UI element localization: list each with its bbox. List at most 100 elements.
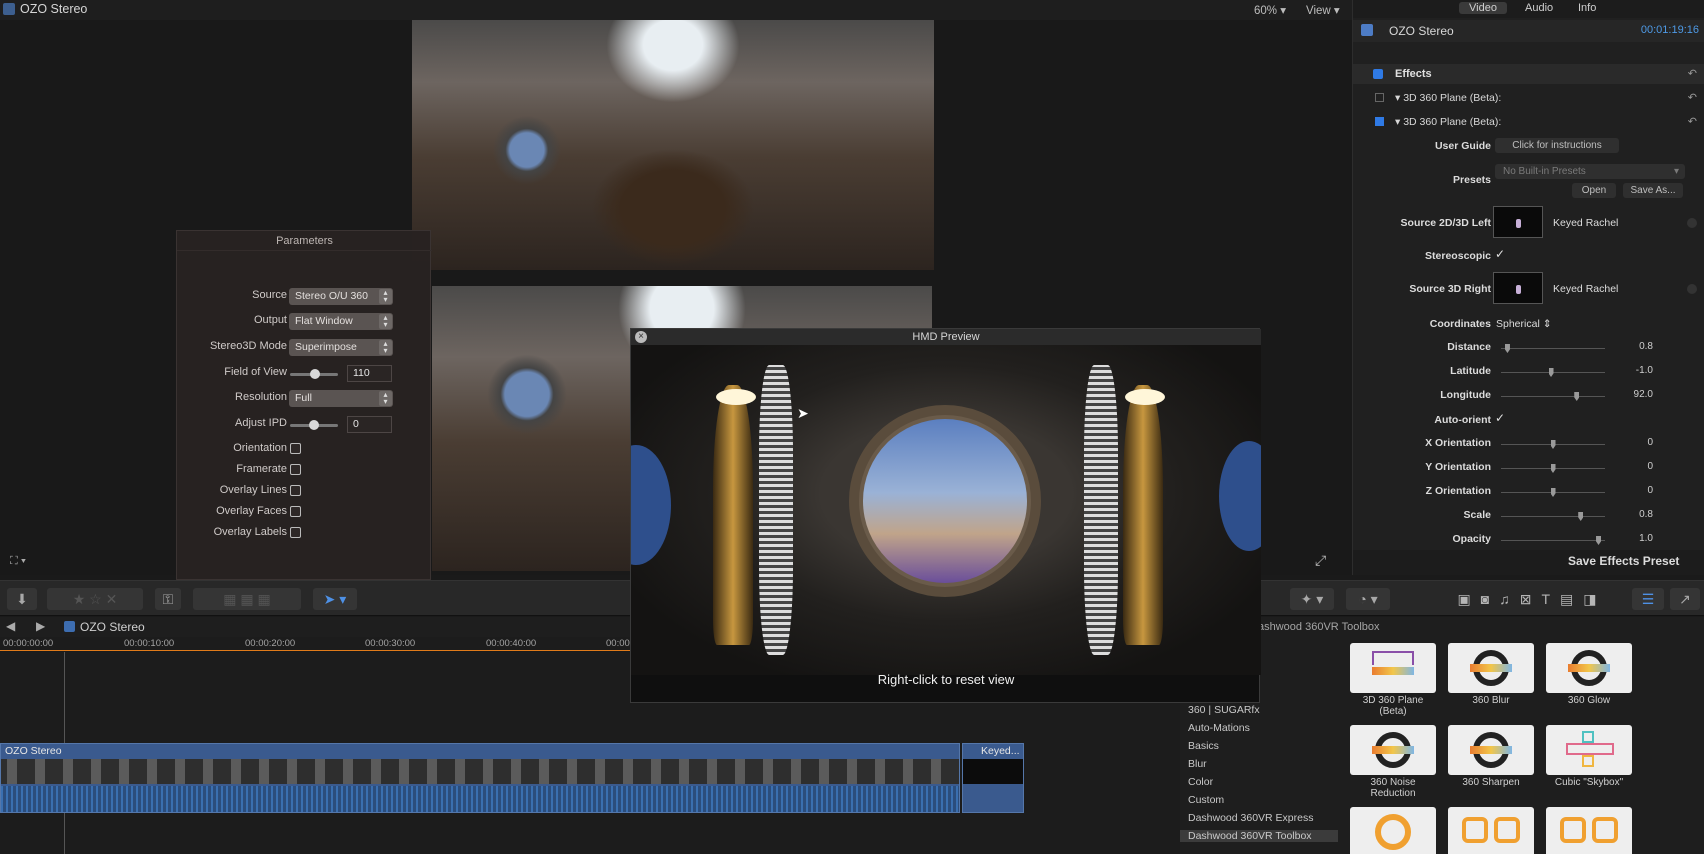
zoom-menu[interactable]: 60% ▾ (1254, 3, 1286, 17)
retime-icon[interactable]: ◔ ▾ (1346, 588, 1390, 610)
category-item[interactable]: Custom (1188, 794, 1224, 806)
reset-icon[interactable]: ↶ (1688, 67, 1697, 80)
effect-tile[interactable]: 360 Blur (1448, 643, 1534, 706)
category-item[interactable]: Basics (1188, 740, 1219, 752)
stereo3d-mode-popup[interactable]: Superimpose ▴ ▾ (289, 339, 393, 356)
y-orientation-value[interactable]: 0 (1647, 461, 1653, 472)
slider-knob[interactable] (1596, 536, 1602, 545)
category-item[interactable]: Dashwood 360VR Express (1188, 812, 1313, 824)
effect-row-2[interactable]: ▾ 3D 360 Plane (Beta): ↶ (1353, 112, 1704, 132)
effect-tile[interactable] (1350, 807, 1436, 854)
view-menu[interactable]: View ▾ (1306, 3, 1340, 17)
target-icon[interactable] (1687, 284, 1697, 294)
select-tool-icon[interactable]: ➤ ▾ (313, 588, 357, 610)
timeline-clip-main[interactable]: OZO Stereo (0, 743, 960, 813)
source-left-well[interactable] (1493, 206, 1543, 238)
latitude-value[interactable]: -1.0 (1636, 365, 1653, 376)
scale-value[interactable]: 0.8 (1639, 509, 1653, 520)
effect-tile[interactable]: 3D 360 Plane (Beta) (1350, 643, 1436, 717)
auto-orient-checkbox[interactable]: ✓ (1495, 411, 1505, 425)
close-icon[interactable]: × (635, 331, 647, 343)
timeline-clip-keyed[interactable]: Keyed... (962, 743, 1024, 813)
field-of-view-input[interactable]: 110 (347, 365, 392, 382)
effect-tile[interactable]: 360 Noise Reduction (1350, 725, 1436, 799)
opacity-slider[interactable] (1501, 536, 1605, 545)
hmd-preview-view[interactable]: ➤ (631, 345, 1261, 675)
edit-buttons[interactable]: ▦ ▦ ▦ (193, 588, 301, 610)
x-orientation-slider[interactable] (1501, 440, 1605, 449)
latitude-slider[interactable] (1501, 368, 1605, 377)
effect-1-checkbox[interactable] (1375, 93, 1384, 102)
back-icon[interactable]: ◀ (6, 619, 15, 633)
field-of-view-slider[interactable] (290, 369, 338, 379)
slider-knob[interactable] (309, 420, 319, 430)
overlay-lines-checkbox[interactable] (290, 485, 301, 496)
square-icon (1592, 817, 1618, 843)
tab-video[interactable]: Video (1459, 2, 1507, 14)
stereoscopic-checkbox[interactable]: ✓ (1495, 247, 1505, 261)
slider-knob[interactable] (1548, 368, 1554, 377)
rating-buttons[interactable]: ★ ☆ ✕ (47, 588, 143, 610)
source-popup[interactable]: Stereo O/U 360 ▴ ▾ (289, 288, 393, 305)
target-icon[interactable] (1687, 218, 1697, 228)
category-item-selected[interactable]: Dashwood 360VR Toolbox (1180, 830, 1338, 842)
tab-audio[interactable]: Audio (1525, 2, 1553, 14)
output-popup[interactable]: Flat Window ▴ ▾ (289, 313, 393, 330)
effects-browser-icon[interactable]: ☰ (1632, 588, 1664, 610)
effect-tile[interactable]: 360 Glow (1546, 643, 1632, 706)
click-for-instructions-button[interactable]: Click for instructions (1495, 138, 1619, 153)
tab-info[interactable]: Info (1578, 2, 1596, 14)
adjust-ipd-input[interactable]: 0 (347, 416, 392, 433)
distance-slider[interactable] (1501, 344, 1605, 353)
open-button[interactable]: Open (1572, 183, 1616, 198)
overlay-faces-checkbox[interactable] (290, 506, 301, 517)
effect-tile[interactable] (1546, 807, 1632, 854)
z-orientation-value[interactable]: 0 (1647, 485, 1653, 496)
effect-tile[interactable]: Cubic "Skybox" (1546, 725, 1632, 788)
slider-knob[interactable] (1550, 440, 1556, 449)
presets-popup[interactable]: No Built-in Presets ▾ (1495, 164, 1685, 179)
save-effects-preset-button[interactable]: Save Effects Preset (1568, 554, 1679, 568)
coordinates-popup[interactable]: Spherical ⇕ (1496, 318, 1552, 330)
effect-tile[interactable]: 360 Sharpen (1448, 725, 1534, 788)
reset-icon[interactable]: ↶ (1688, 91, 1697, 104)
adjust-ipd-slider[interactable] (290, 420, 338, 430)
resolution-popup[interactable]: Full ▴ ▾ (289, 390, 393, 407)
fullscreen-icon[interactable]: ⤢ (1315, 552, 1326, 569)
category-item[interactable]: Color (1188, 776, 1213, 788)
scale-slider[interactable] (1501, 512, 1605, 521)
opacity-value[interactable]: 1.0 (1639, 533, 1653, 544)
orientation-checkbox[interactable] (290, 443, 301, 454)
source-right-well[interactable] (1493, 272, 1543, 304)
import-icon[interactable]: ⬇ (7, 588, 37, 610)
x-orientation-value[interactable]: 0 (1647, 437, 1653, 448)
longitude-slider[interactable] (1501, 392, 1605, 401)
slider-knob[interactable] (1578, 512, 1584, 521)
effects-enable-checkbox[interactable] (1373, 69, 1383, 79)
slider-knob[interactable] (1550, 488, 1556, 497)
slider-knob[interactable] (1574, 392, 1580, 401)
slider-knob[interactable] (310, 369, 320, 379)
category-item[interactable]: Auto-Mations (1188, 722, 1250, 734)
category-item[interactable]: Blur (1188, 758, 1207, 770)
transform-icon[interactable]: ⛶ ▾ (10, 555, 36, 569)
enhance-icon[interactable]: ✦ ▾ (1290, 588, 1334, 610)
slider-knob[interactable] (1550, 464, 1556, 473)
overlay-labels-checkbox[interactable] (290, 527, 301, 538)
slider-knob[interactable] (1504, 344, 1510, 353)
category-item[interactable]: 360 | SUGARfx (1188, 704, 1260, 716)
distance-value[interactable]: 0.8 (1639, 341, 1653, 352)
browser-buttons[interactable]: ▣◙♫⊠T▤◨ (1397, 588, 1667, 610)
reset-icon[interactable]: ↶ (1688, 115, 1697, 128)
forward-icon[interactable]: ▶ (36, 619, 45, 633)
keyword-icon[interactable]: ⚿ (155, 588, 181, 610)
z-orientation-slider[interactable] (1501, 488, 1605, 497)
effect-row-1[interactable]: ▾ 3D 360 Plane (Beta): ↶ (1353, 88, 1704, 108)
framerate-checkbox[interactable] (290, 464, 301, 475)
effect-2-checkbox[interactable] (1375, 117, 1384, 126)
longitude-value[interactable]: 92.0 (1634, 389, 1653, 400)
save-as-button[interactable]: Save As... (1623, 183, 1683, 198)
effect-tile[interactable] (1448, 807, 1534, 854)
share-icon[interactable]: ↗ (1670, 588, 1700, 610)
y-orientation-slider[interactable] (1501, 464, 1605, 473)
